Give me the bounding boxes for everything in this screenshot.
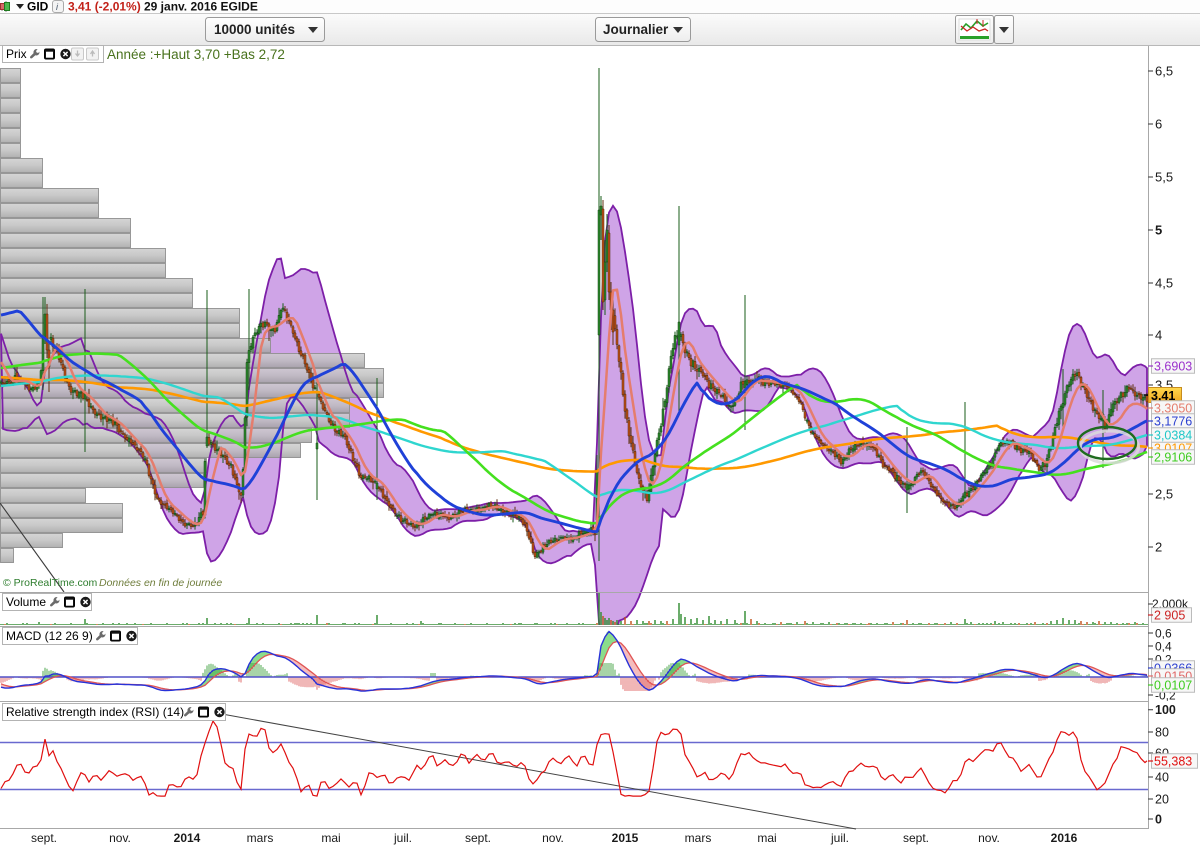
svg-text:© ProRealTime.com: © ProRealTime.com: [3, 577, 98, 589]
svg-text:mai: mai: [757, 831, 776, 845]
svg-text:2 905: 2 905: [1154, 609, 1185, 623]
svg-text:10000 unités: 10000 unités: [214, 22, 295, 37]
svg-text:2,9106: 2,9106: [1154, 451, 1192, 465]
svg-text:5,5: 5,5: [1155, 170, 1173, 185]
svg-text:0: 0: [1155, 813, 1162, 827]
svg-text:sept.: sept.: [465, 831, 491, 845]
svg-text:2016: 2016: [1051, 831, 1078, 845]
svg-text:3,6903: 3,6903: [1154, 360, 1192, 374]
svg-text:3,0384: 3,0384: [1154, 429, 1192, 443]
svg-text:3,41 (-2,01%): 3,41 (-2,01%): [68, 0, 141, 14]
svg-text:mars: mars: [685, 831, 712, 845]
svg-text:2014: 2014: [174, 831, 201, 845]
svg-text:sept.: sept.: [903, 831, 929, 845]
svg-text:GID: GID: [27, 0, 49, 14]
svg-text:29 janv. 2016 EGIDE: 29 janv. 2016 EGIDE: [144, 0, 258, 14]
svg-text:2: 2: [1155, 540, 1162, 555]
svg-text:40: 40: [1155, 771, 1169, 785]
svg-text:Journalier: Journalier: [603, 22, 669, 37]
svg-text:6: 6: [1155, 117, 1162, 132]
svg-text:MACD (12 26 9): MACD (12 26 9): [6, 629, 93, 643]
svg-text:nov.: nov.: [109, 831, 131, 845]
svg-text:mai: mai: [321, 831, 340, 845]
svg-text:nov.: nov.: [978, 831, 1000, 845]
svg-text:4,5: 4,5: [1155, 276, 1173, 291]
svg-text:Année :+Haut 3,70 +Bas 2,72: Année :+Haut 3,70 +Bas 2,72: [107, 47, 285, 62]
svg-text:Volume: Volume: [6, 595, 46, 609]
svg-text:sept.: sept.: [31, 831, 57, 845]
svg-text:nov.: nov.: [542, 831, 564, 845]
svg-text:2015: 2015: [612, 831, 639, 845]
svg-text:juil.: juil.: [393, 831, 412, 845]
svg-text:Données en fin de journée: Données en fin de journée: [99, 577, 222, 589]
svg-text:20: 20: [1155, 793, 1169, 807]
svg-text:juil.: juil.: [830, 831, 849, 845]
svg-text:6,5: 6,5: [1155, 64, 1173, 79]
svg-text:Prix: Prix: [6, 47, 27, 61]
svg-text:100: 100: [1155, 703, 1176, 717]
svg-text:3,1776: 3,1776: [1154, 415, 1192, 429]
svg-text:5: 5: [1155, 223, 1162, 238]
svg-text:2,5: 2,5: [1155, 487, 1173, 502]
svg-text:0,0107: 0,0107: [1154, 679, 1192, 693]
svg-text:4: 4: [1155, 328, 1162, 343]
svg-text:0,6: 0,6: [1155, 627, 1172, 641]
svg-text:0,4: 0,4: [1155, 640, 1172, 654]
svg-text:mars: mars: [247, 831, 274, 845]
svg-text:Relative strength index (RSI): Relative strength index (RSI) (14): [6, 705, 184, 719]
svg-text:55,383: 55,383: [1154, 755, 1192, 769]
svg-text:80: 80: [1155, 726, 1169, 740]
